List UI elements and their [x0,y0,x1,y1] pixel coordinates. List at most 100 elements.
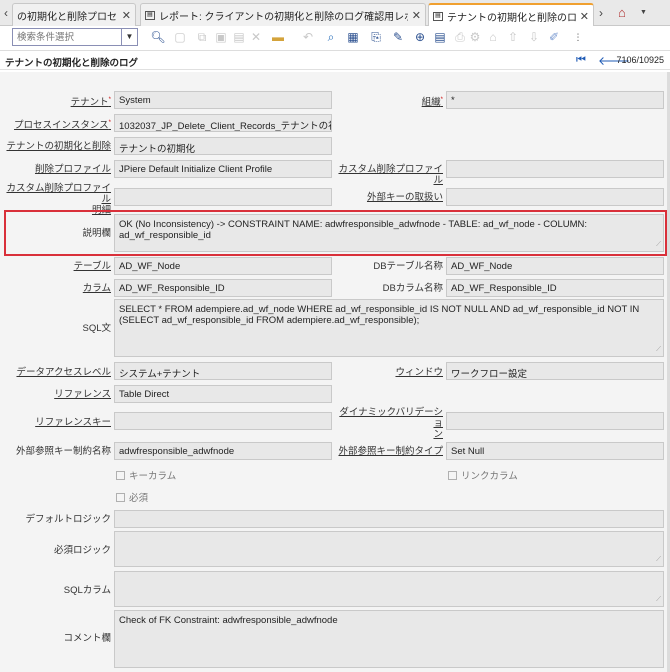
key-column-checkbox[interactable]: キーカラム [116,468,176,482]
report-icon[interactable]: ▤ [432,29,448,45]
report-icon: ▤ [145,10,155,20]
default-logic-label: デフォルトロジック [25,514,111,525]
find-icon[interactable]: ⌕ [323,29,339,45]
default-logic-field[interactable] [114,510,664,528]
zoom-across-icon[interactable]: ⊕ [412,29,428,45]
checkbox-box[interactable] [116,492,125,502]
init-delete-field[interactable]: テナントの初期化 [114,137,332,155]
mandatory-logic-label: 必須ロジック [53,545,111,556]
reference-field[interactable]: Table Direct [114,385,332,403]
grid-toggle-icon[interactable]: ▦ [345,29,361,45]
more-options-icon[interactable]: ⋮ [570,29,586,45]
org-label[interactable]: 組織* [336,95,443,108]
undo-icon[interactable]: ↶ [300,29,316,45]
delete-icon[interactable]: ✕ [248,29,264,45]
attachment-icon[interactable]: ⎘ [368,29,384,45]
description-field[interactable]: OK (No Inconsistency) -> CONSTRAINT NAME… [114,214,664,252]
dynamic-validation-label[interactable]: ダイナミックバリデーション [336,407,443,440]
page-title: テナントの初期化と削除のログ [5,58,139,69]
tab-scroll-right-icon[interactable]: › [599,6,603,20]
db-column-field[interactable]: AD_WF_Responsible_ID [446,279,664,297]
refresh-icon[interactable]: ▬ [270,29,286,45]
down-arrow-icon[interactable]: ⇩ [526,29,542,45]
sql-column-label: SQLカラム [63,585,111,596]
fk-handling-field[interactable] [446,188,664,206]
tab-label: の初期化と削除プロセス [17,11,118,23]
tab-label: レポート: クライアントの初期化と削除のログ確認用レポート [159,11,408,23]
close-icon[interactable]: ✕ [122,9,131,22]
fk-name-field[interactable]: adwfresponsible_adwfnode [114,442,332,460]
search-combobox[interactable]: ▼ [12,28,138,46]
column-label[interactable]: カラム [4,283,111,294]
up-arrow-icon[interactable]: ⇧ [505,29,521,45]
print-icon[interactable]: ⎙ [452,29,468,45]
db-table-label: DBテーブル名称 [373,261,443,272]
access-level-field[interactable]: システム+テナント [114,362,332,380]
mandatory-logic-field[interactable]: ⟋ [114,531,664,567]
tab-tenant-log[interactable]: ▤ テナントの初期化と削除のログ ✕ [428,3,594,27]
link-column-label: リンクカラム [461,471,518,482]
table-label[interactable]: テーブル [4,261,111,272]
column-field[interactable]: AD_WF_Responsible_ID [114,279,332,297]
first-record-icon[interactable]: ⏮ [576,54,586,67]
tab-init-process[interactable]: の初期化と削除プロセス ✕ [12,3,136,26]
detail-header: テナントの初期化と削除のログ ⏮ 🡐 7106/10925 [0,50,670,70]
reference-key-label[interactable]: リファレンスキー [4,417,111,428]
search-input[interactable] [13,29,119,45]
window-icon: ▤ [433,11,443,21]
close-icon[interactable]: ✕ [580,10,589,23]
comment-field[interactable]: Check of FK Constraint: adwfresponsible_… [114,610,664,668]
toolbar: ▼ 🔍︎ ▢ ⧉ ▣ ▤ ✕ ▬ ↶ ⌕ ▦ ⎘ ✎ ⊕ ▤ ⎙ ⚙ ⌂ ⇧ ⇩… [0,26,670,48]
copy-record-icon[interactable]: ⧉ [194,29,210,45]
checkbox-box[interactable] [448,470,457,480]
custom-profile-detail-field[interactable] [114,188,332,206]
process-instance-field[interactable]: 1032037_JP_Delete_Client_Records_テナントの初期… [114,114,332,132]
search-icon[interactable]: 🔍︎ [150,29,166,45]
table-field[interactable]: AD_WF_Node [114,257,332,275]
checkbox-box[interactable] [116,470,125,480]
process-instance-label[interactable]: プロセスインスタンス* [4,118,111,131]
init-delete-label[interactable]: テナントの初期化と削除 [4,141,111,152]
fk-type-label[interactable]: 外部参照キー制約タイプ [336,446,443,457]
sql-field[interactable]: SELECT * FROM adempiere.ad_wf_node WHERE… [114,299,664,357]
mandatory-label: 必須 [129,493,149,504]
delete-profile-label[interactable]: 削除プロファイル [4,164,111,175]
custom-profile-label[interactable]: カスタム削除プロファイル [336,164,443,186]
chevron-down-icon[interactable]: ▼ [121,29,137,45]
close-icon[interactable]: ✕ [412,9,421,22]
db-column-label: DBカラム名称 [382,283,443,294]
fk-handling-label[interactable]: 外部キーの取扱い [336,192,443,203]
tab-report[interactable]: ▤ レポート: クライアントの初期化と削除のログ確認用レポート ✕ [140,3,426,26]
new-record-icon[interactable]: ▢ [172,29,188,45]
tenant-field[interactable]: System [114,91,332,109]
custom-profile-field[interactable] [446,160,664,178]
sql-column-field[interactable]: ⟋ [114,571,664,607]
save-new-icon[interactable]: ▤ [231,29,247,45]
fk-name-label: 外部参照キー制約名称 [15,446,111,457]
tab-label: テナントの初期化と削除のログ [447,12,576,24]
reference-label[interactable]: リファレンス [4,389,111,400]
save-icon[interactable]: ▣ [213,29,229,45]
tenant-label[interactable]: テナント* [4,95,111,108]
chat-icon[interactable]: ✎ [390,29,406,45]
fk-type-field[interactable]: Set Null [446,442,664,460]
access-level-label[interactable]: データアクセスレベル [4,367,111,378]
link-column-checkbox[interactable]: リンクカラム [448,468,518,482]
tab-bar: ‹ の初期化と削除プロセス ✕ ▤ レポート: クライアントの初期化と削除のログ… [0,0,670,27]
key-column-label: キーカラム [129,471,177,482]
tab-list-dropdown-icon[interactable]: ▼ [640,9,647,16]
mandatory-checkbox[interactable]: 必須 [116,490,148,504]
reference-key-field[interactable] [114,412,332,430]
window-field[interactable]: ワークフロー設定 [446,362,664,380]
tab-scroll-left-icon[interactable]: ‹ [4,6,8,20]
org-field[interactable]: * [446,91,664,109]
sql-label: SQL文 [82,323,111,334]
workflow-icon[interactable]: ⚙ [467,29,483,45]
dynamic-validation-field[interactable] [446,412,664,430]
home-icon[interactable]: ⌂ [618,5,626,20]
db-table-field[interactable]: AD_WF_Node [446,257,664,275]
tag-icon[interactable]: ✐ [546,29,562,45]
archive-icon[interactable]: ⌂ [485,29,501,45]
delete-profile-field[interactable]: JPiere Default Initialize Client Profile [114,160,332,178]
window-label[interactable]: ウィンドウ [336,367,443,378]
